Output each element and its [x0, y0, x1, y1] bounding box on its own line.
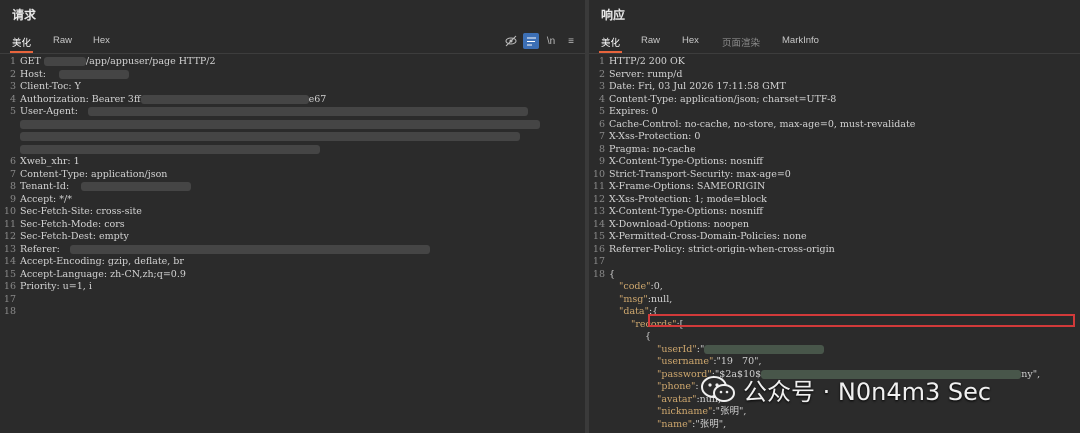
response-tabs: 美化 Raw Hex 页面渲染 MarkInfo: [589, 30, 1080, 54]
code-line: 14 X-Download-Options: noopen: [592, 218, 749, 230]
code-line: 10 Sec-Fetch-Site: cross-site: [3, 206, 142, 217]
redacted-blur: [43, 57, 86, 66]
code-line: 13 X-Content-Type-Options: nosniff: [592, 206, 763, 217]
code-line: 17: [3, 293, 16, 305]
eye-off-icon[interactable]: [503, 33, 519, 49]
code-line: 15 Accept-Language: zh-CN,zh;q=0.9: [3, 268, 186, 280]
json-line: "username":"19 70",: [657, 356, 762, 367]
code-line: 8 Pragma: no-cache: [598, 143, 696, 155]
tab-hex[interactable]: Hex: [93, 35, 110, 46]
code-line: 17: [592, 256, 605, 267]
code-line: 6 Cache-Control: no-cache, no-store, max-…: [598, 118, 916, 130]
request-pane: 请求 美化 Raw Hex \n ≡ 1 GET /app/appuser/pag…: [0, 0, 585, 433]
code-line: 11 X-Frame-Options: SAMEORIGIN: [592, 181, 766, 192]
tab-markinfo[interactable]: MarkInfo: [782, 35, 819, 46]
code-line: 14 Accept-Encoding: gzip, deflate, br: [3, 256, 184, 267]
watermark: 公众号 · N0n4m3 Sec: [701, 372, 991, 407]
code-line: 16 Priority: u=1, i: [3, 281, 92, 292]
code-line: 9 X-Content-Type-Options: nosniff: [598, 156, 763, 167]
code-line: 5 Expires: 0: [598, 106, 658, 117]
wechat-icon: [701, 375, 735, 404]
code-line: 12 Sec-Fetch-Dest: empty: [3, 231, 129, 242]
tab-raw[interactable]: Raw: [641, 35, 660, 46]
response-pane: 响应 美化 Raw Hex 页面渲染 MarkInfo 1 HTTP/2 200 …: [589, 0, 1080, 433]
code-line: 6 Xweb_xhr: 1: [9, 156, 80, 167]
code-line: 2 Host:: [0, 69, 585, 82]
code-line: 11 Sec-Fetch-Mode: cors: [3, 218, 125, 230]
response-title: 响应: [601, 8, 626, 22]
code-line: 13 Referer:: [0, 244, 585, 257]
request-tabs: 美化 Raw Hex: [0, 30, 585, 54]
code-line: 18{: [592, 268, 616, 280]
json-line: "userId":": [589, 344, 1080, 357]
code-line: 16 Referrer-Policy: strict-origin-when-cr…: [592, 243, 835, 255]
json-line: {: [645, 331, 652, 342]
code-line: 4 Authorization: Bearer 3ff e67: [9, 93, 327, 105]
newline-icon[interactable]: \n: [543, 33, 559, 49]
code-line: 15 X-Permitted-Cross-Domain-Policies: non…: [592, 231, 807, 242]
code-line: 18: [3, 306, 16, 317]
code-line: 12 X-Xss-Protection: 1; mode=block: [592, 193, 767, 205]
code-line: 2 Server: rump/d: [598, 68, 683, 80]
request-toolbar: \n ≡: [503, 33, 579, 49]
tab-hex[interactable]: Hex: [682, 35, 699, 46]
code-line: 8 Tenant-Id:: [0, 181, 585, 194]
code-line: 3 Client-Toc: Y: [9, 81, 81, 92]
json-line: "msg":null,: [619, 293, 673, 305]
code-line: 10 Strict-Transport-Security: max-age=0: [592, 168, 791, 180]
tab-pretty[interactable]: 美化: [9, 35, 34, 53]
json-line: "nickname":"张明",: [657, 406, 747, 417]
code-line: 1 HTTP/2 200 OK: [598, 56, 685, 67]
request-editor[interactable]: 1 GET /app/appuser/page HTTP/2 2 Host: 3 Cl…: [0, 56, 585, 319]
tab-raw[interactable]: Raw: [53, 35, 72, 46]
code-line: 1 GET /app/appuser/page HTTP/2: [9, 56, 216, 67]
tab-pretty[interactable]: 美化: [598, 35, 623, 53]
code-line: 7 X-Xss-Protection: 0: [598, 131, 701, 142]
request-title: 请求: [12, 8, 37, 22]
json-line: "code":0,: [619, 281, 663, 292]
wrap-lines-icon[interactable]: [523, 33, 539, 49]
code-line: 7 Content-Type: application/json: [9, 168, 168, 180]
code-line: 9 Accept: */*: [9, 193, 72, 205]
password-highlight-box: [648, 314, 1075, 327]
menu-icon[interactable]: ≡: [563, 33, 579, 49]
watermark-text: 公众号 · N0n4m3 Sec: [743, 378, 992, 406]
code-line: 5 User-Agent:: [0, 106, 585, 119]
json-line: "name":"张明",: [657, 418, 727, 430]
code-line: 3 Date: Fri, 03 Jul 2026 17:11:58 GMT: [598, 81, 786, 92]
tab-render[interactable]: 页面渲染: [722, 35, 760, 49]
code-line: 4 Content-Type: application/json; charset…: [598, 93, 837, 105]
